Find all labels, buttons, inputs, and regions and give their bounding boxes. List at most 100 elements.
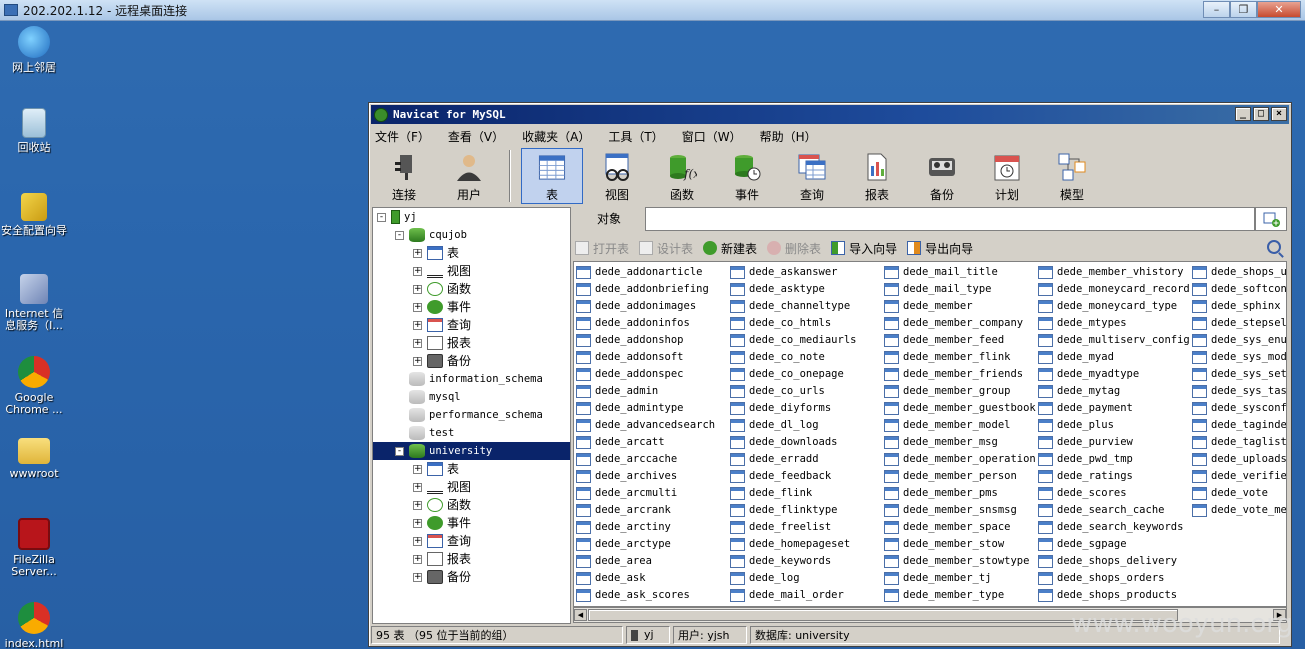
table-item[interactable]: dede_shops_products <box>1038 587 1190 604</box>
table-item[interactable]: dede_co_urls <box>730 383 856 400</box>
toolbar-query-button[interactable]: 查询 <box>781 148 843 204</box>
table-item[interactable]: dede_arctiny <box>576 519 715 536</box>
table-item[interactable]: dede_sphinx <box>1192 298 1286 315</box>
tree-database-cqujob[interactable]: - cqujob <box>373 226 570 244</box>
table-item[interactable]: dede_shops_orders <box>1038 570 1190 587</box>
expand-icon[interactable]: + <box>413 266 422 276</box>
table-item[interactable]: dede_addonsoft <box>576 349 715 366</box>
table-item[interactable]: dede_member_tj <box>884 570 1036 587</box>
table-item[interactable]: dede_member_feed <box>884 332 1036 349</box>
desktop-icon-security-wizard[interactable]: 安全配置向导 <box>0 193 68 237</box>
tree-database-performance_schema[interactable]: performance_schema <box>373 406 570 424</box>
close-button[interactable]: × <box>1271 107 1287 121</box>
table-item[interactable]: dede_multiserv_config <box>1038 332 1190 349</box>
add-object-button[interactable] <box>1255 207 1287 231</box>
menu-tools[interactable]: 工具（T） <box>606 128 665 145</box>
expand-icon[interactable]: + <box>413 356 422 366</box>
table-item[interactable]: dede_member_vhistory <box>1038 264 1190 281</box>
collapse-icon[interactable]: - <box>395 230 404 240</box>
toolbar-user-button[interactable]: 用户 <box>438 148 500 204</box>
tree-university-event[interactable]: + 事件 <box>373 514 570 532</box>
table-item[interactable]: dede_member_operation <box>884 451 1036 468</box>
menu-window[interactable]: 窗口（W） <box>680 128 744 145</box>
table-item[interactable]: dede_taglist <box>1192 434 1286 451</box>
search-icon[interactable] <box>1267 240 1281 254</box>
table-item[interactable]: dede_flinktype <box>730 502 856 519</box>
table-item[interactable]: dede_addonimages <box>576 298 715 315</box>
expand-icon[interactable]: + <box>413 482 422 492</box>
table-item[interactable]: dede_payment <box>1038 400 1190 417</box>
table-item[interactable]: dede_moneycard_type <box>1038 298 1190 315</box>
table-item[interactable]: dede_member_type <box>884 587 1036 604</box>
navicat-title-bar[interactable]: Navicat for MySQL _ □ × <box>371 105 1289 124</box>
table-item[interactable]: dede_member_stow <box>884 536 1036 553</box>
toolbar-model-button[interactable]: 模型 <box>1041 148 1103 204</box>
table-item[interactable]: dede_arcrank <box>576 502 715 519</box>
table-item[interactable]: dede_myadtype <box>1038 366 1190 383</box>
tree-university-table[interactable]: + 表 <box>373 460 570 478</box>
tree-database-test[interactable]: test <box>373 424 570 442</box>
table-item[interactable]: dede_mtypes <box>1038 315 1190 332</box>
tree-connection[interactable]: - yj <box>373 208 570 226</box>
table-item[interactable]: dede_shops_use <box>1192 264 1286 281</box>
expand-icon[interactable]: + <box>413 338 422 348</box>
table-item[interactable]: dede_downloads <box>730 434 856 451</box>
table-item[interactable]: dede_co_onepage <box>730 366 856 383</box>
table-item[interactable]: dede_addonarticle <box>576 264 715 281</box>
desktop-icon-filezilla[interactable]: FileZilla Server... <box>0 518 68 578</box>
table-item[interactable]: dede_dl_log <box>730 417 856 434</box>
toolbar-function-button[interactable]: f(x) 函数 <box>651 148 713 204</box>
menu-favorites[interactable]: 收藏夹（A） <box>520 128 592 145</box>
table-item[interactable]: dede_mail_type <box>884 281 1036 298</box>
table-item[interactable]: dede_addonbriefing <box>576 281 715 298</box>
table-item[interactable]: dede_member_flink <box>884 349 1036 366</box>
table-item[interactable]: dede_keywords <box>730 553 856 570</box>
table-item[interactable]: dede_co_note <box>730 349 856 366</box>
tree-cqujob-function[interactable]: + 函数 <box>373 280 570 298</box>
table-item[interactable]: dede_member_group <box>884 383 1036 400</box>
tree-database-mysql[interactable]: mysql <box>373 388 570 406</box>
table-item[interactable]: dede_feedback <box>730 468 856 485</box>
tree-cqujob-table[interactable]: + 表 <box>373 244 570 262</box>
table-item[interactable]: dede_sysconfig <box>1192 400 1286 417</box>
toolbar-view-button[interactable]: 视图 <box>586 148 648 204</box>
menu-help[interactable]: 帮助（H） <box>758 128 819 145</box>
tree-university-view[interactable]: + 视图 <box>373 478 570 496</box>
tree-university-function[interactable]: + 函数 <box>373 496 570 514</box>
table-item[interactable]: dede_scores <box>1038 485 1190 502</box>
collapse-icon[interactable]: - <box>377 212 386 222</box>
table-item[interactable]: dede_ask <box>576 570 715 587</box>
expand-icon[interactable]: + <box>413 320 422 330</box>
table-item[interactable]: dede_log <box>730 570 856 587</box>
table-item[interactable]: dede_tagindex <box>1192 417 1286 434</box>
toolbar-table-button[interactable]: 表 <box>521 148 583 204</box>
toolbar-connection-button[interactable]: 连接 <box>373 148 435 204</box>
tree-cqujob-query[interactable]: + 查询 <box>373 316 570 334</box>
desktop-icon-index-html[interactable]: index.html <box>0 602 68 649</box>
table-item[interactable]: dede_uploads <box>1192 451 1286 468</box>
maximize-button[interactable]: □ <box>1253 107 1269 121</box>
rdp-title-bar[interactable]: 202.202.1.12 - 远程桌面连接 – ❐ ✕ <box>0 0 1305 21</box>
toolbar-schedule-button[interactable]: 计划 <box>976 148 1038 204</box>
table-item[interactable]: dede_sys_enum <box>1192 332 1286 349</box>
desktop-icon-network[interactable]: 网上邻居 <box>0 26 68 74</box>
tree-database-university[interactable]: - university <box>373 442 570 460</box>
table-item[interactable]: dede_mail_title <box>884 264 1036 281</box>
table-item[interactable]: dede_channeltype <box>730 298 856 315</box>
object-filter-field[interactable] <box>645 207 1255 231</box>
table-item[interactable]: dede_sys_modul <box>1192 349 1286 366</box>
table-item[interactable]: dede_member_company <box>884 315 1036 332</box>
table-item[interactable]: dede_addoninfos <box>576 315 715 332</box>
table-item[interactable]: dede_moneycard_record <box>1038 281 1190 298</box>
table-item[interactable]: dede_arctype <box>576 536 715 553</box>
table-item[interactable]: dede_member_guestbook <box>884 400 1036 417</box>
rdp-close-button[interactable]: ✕ <box>1257 1 1301 18</box>
tree-university-query[interactable]: + 查询 <box>373 532 570 550</box>
table-item[interactable]: dede_vote_memb <box>1192 502 1286 519</box>
table-item[interactable]: dede_member_snsmsg <box>884 502 1036 519</box>
tree-cqujob-event[interactable]: + 事件 <box>373 298 570 316</box>
expand-icon[interactable]: + <box>413 284 422 294</box>
table-item[interactable]: dede_stepselec <box>1192 315 1286 332</box>
table-item[interactable]: dede_sys_task <box>1192 383 1286 400</box>
table-item[interactable]: dede_flink <box>730 485 856 502</box>
